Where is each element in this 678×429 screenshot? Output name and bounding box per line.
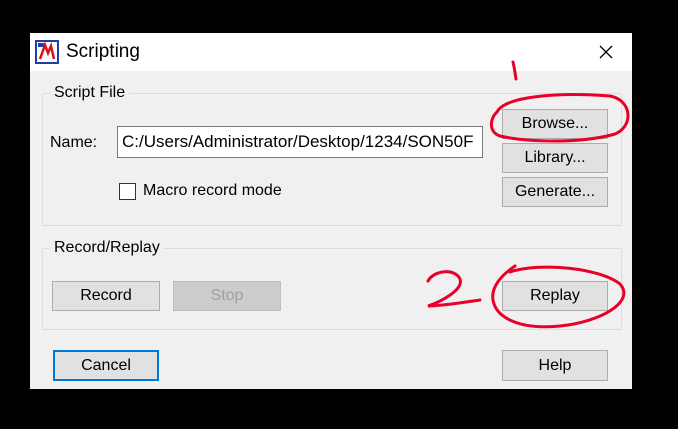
cancel-button[interactable]: Cancel bbox=[53, 350, 159, 381]
macro-record-checkbox[interactable] bbox=[119, 183, 136, 200]
record-replay-group-label: Record/Replay bbox=[50, 239, 164, 257]
close-icon[interactable] bbox=[594, 40, 618, 64]
stop-button: Stop bbox=[173, 281, 281, 311]
record-button[interactable]: Record bbox=[52, 281, 160, 311]
library-button[interactable]: Library... bbox=[502, 143, 608, 173]
name-label: Name: bbox=[50, 134, 98, 151]
title-bar: Scripting bbox=[30, 33, 632, 71]
scripting-dialog: Scripting Script File Name: C:/Users/Adm… bbox=[30, 33, 632, 389]
help-button[interactable]: Help bbox=[502, 350, 608, 381]
scripting-app-icon bbox=[35, 40, 59, 64]
script-file-group-label: Script File bbox=[50, 84, 130, 102]
window-title: Scripting bbox=[66, 41, 140, 62]
browse-button[interactable]: Browse... bbox=[502, 109, 608, 139]
macro-record-label[interactable]: Macro record mode bbox=[143, 182, 282, 200]
generate-button[interactable]: Generate... bbox=[502, 177, 608, 207]
replay-button[interactable]: Replay bbox=[502, 281, 608, 311]
name-input[interactable]: C:/Users/Administrator/Desktop/1234/SON5… bbox=[117, 126, 483, 158]
